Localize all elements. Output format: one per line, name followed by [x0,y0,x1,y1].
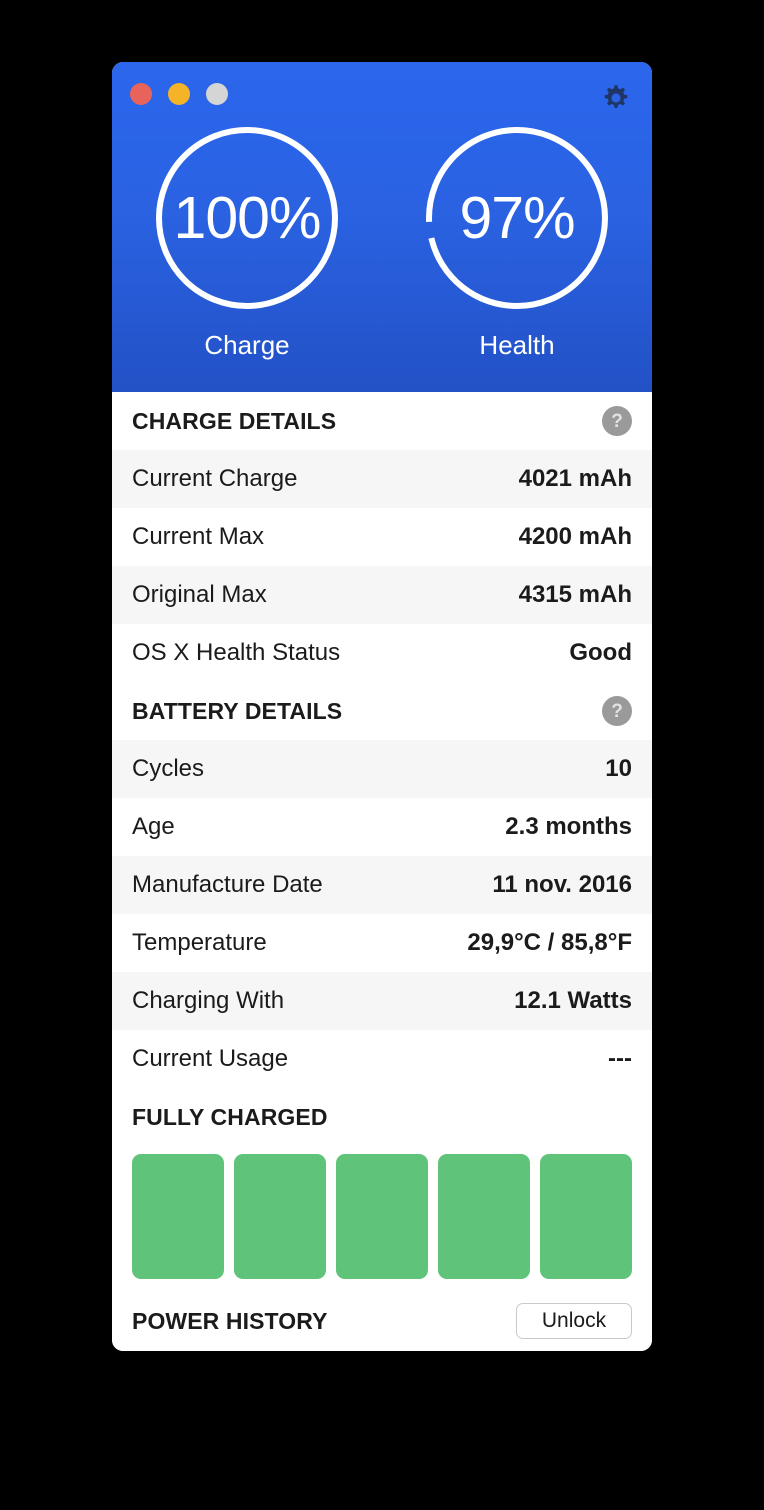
row-value: Good [569,639,632,666]
table-row: Current Charge 4021 mAh [112,450,652,508]
row-value: 11 nov. 2016 [492,871,632,898]
row-value: 4200 mAh [518,523,632,550]
fully-charged-title: FULLY CHARGED [132,1103,328,1130]
table-row: Manufacture Date 11 nov. 2016 [112,856,652,914]
health-gauge-label: Health [479,330,555,360]
health-percent: 97% [459,184,575,251]
row-label: Original Max [132,581,267,608]
table-row: OS X Health Status Good [112,624,652,682]
close-button[interactable] [130,83,152,105]
row-label: Cycles [132,755,205,782]
charge-bar-segment [438,1154,530,1279]
power-history-title: POWER HISTORY [132,1307,328,1334]
charge-details-header: CHARGE DETAILS ? [112,392,652,450]
row-label: Manufacture Date [132,871,323,898]
zoom-button[interactable] [206,83,228,105]
gear-icon [600,82,632,114]
row-value: 4315 mAh [518,581,632,608]
row-value: 29,9°C / 85,8°F [467,929,632,956]
row-value: --- [608,1045,632,1072]
row-value: 12.1 Watts [514,987,632,1014]
table-row: Charging With 12.1 Watts [112,972,652,1030]
power-history-header: POWER HISTORY Unlock [112,1291,652,1351]
row-label: Charging With [132,987,285,1014]
row-label: Current Charge [132,465,298,492]
charge-bar-segment [132,1154,224,1279]
charge-bar-segment [336,1154,428,1279]
row-label: Age [132,813,175,840]
row-value: 10 [605,755,632,782]
table-row: Cycles 10 [112,740,652,798]
fully-charged-header: FULLY CHARGED [112,1088,652,1146]
charge-gauge: 100% Charge [112,122,382,361]
charge-details-title: CHARGE DETAILS [132,407,337,434]
details-area: CHARGE DETAILS ? Current Charge 4021 mAh… [112,392,652,1351]
table-row: Temperature 29,9°C / 85,8°F [112,914,652,972]
charge-level-bars [112,1146,652,1279]
row-value: 2.3 months [505,813,632,840]
unlock-button[interactable]: Unlock [516,1303,632,1339]
row-label: Current Max [132,523,265,550]
row-label: OS X Health Status [132,639,341,666]
battery-details-help-icon[interactable]: ? [602,696,632,726]
battery-details-title: BATTERY DETAILS [132,697,343,724]
health-ring: 97% [421,122,613,314]
charge-gauge-label: Charge [204,330,290,360]
minimize-button[interactable] [168,83,190,105]
row-value: 4021 mAh [518,465,632,492]
row-label: Current Usage [132,1045,289,1072]
battery-details-header: BATTERY DETAILS ? [112,682,652,740]
charge-ring: 100% [151,122,343,314]
row-label: Temperature [132,929,267,956]
health-gauge: 97% Health [382,122,652,361]
charge-percent: 100% [173,184,322,251]
app-header: 100% Charge 97% Health [112,62,652,392]
charge-bar-segment [234,1154,326,1279]
gauge-row: 100% Charge 97% Health [112,122,652,361]
table-row: Original Max 4315 mAh [112,566,652,624]
table-row: Age 2.3 months [112,798,652,856]
charge-bar-segment [540,1154,632,1279]
table-row: Current Usage --- [112,1030,652,1088]
battery-app-window: 100% Charge 97% Health CHARGE DETAILS ? [112,62,652,1351]
charge-details-help-icon[interactable]: ? [602,406,632,436]
table-row: Current Max 4200 mAh [112,508,652,566]
window-controls [130,83,228,105]
settings-button[interactable] [599,81,633,115]
